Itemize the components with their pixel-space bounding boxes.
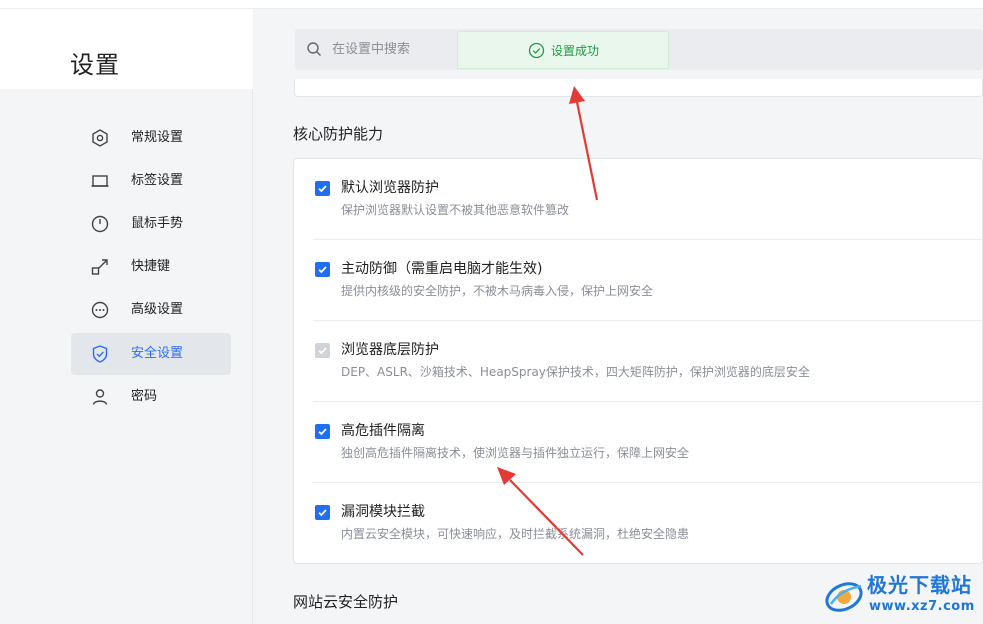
success-toast: 设置成功 <box>457 31 669 69</box>
option-vulnerability-module-block: 漏洞模块拦截 内置云安全模块，可快速响应，及时拦截系统漏洞，杜绝安全隐患 <box>294 483 983 564</box>
shortcut-arrow-icon <box>91 259 108 275</box>
sidebar-item-advanced[interactable]: 高级设置 <box>71 289 231 331</box>
sidebar: 常规设置 标签设置 鼠标手势 快捷键 高级设置 安全设置 密码 <box>0 89 253 624</box>
search-placeholder: 在设置中搜索 <box>332 42 411 57</box>
more-circle-icon <box>91 301 109 319</box>
sidebar-item-shortcuts[interactable]: 快捷键 <box>71 246 231 288</box>
settings-main-panel: 在设置中搜索 设置成功 核心防护能力 默认浏览器防护 保护浏览器默认设置不被其他… <box>253 9 983 624</box>
option-browser-low-level-protection: 浏览器底层防护 DEP、ASLR、沙箱技术、HeapSpray保护技术，四大矩阵… <box>294 321 983 402</box>
sidebar-item-tabs[interactable]: 标签设置 <box>71 160 231 202</box>
option-description: 保护浏览器默认设置不被其他恶意软件篡改 <box>341 203 570 217</box>
checkbox-vulnerability-module-block[interactable] <box>315 505 330 520</box>
option-title: 主动防御（需重启电脑才能生效) <box>341 261 543 277</box>
option-title: 浏览器底层防护 <box>341 342 439 358</box>
shield-check-icon <box>92 345 108 363</box>
core-protection-card: 默认浏览器防护 保护浏览器默认设置不被其他恶意软件篡改 主动防御（需重启电脑才能… <box>293 158 983 564</box>
sidebar-item-label: 密码 <box>131 389 158 404</box>
checkmark-icon <box>318 509 327 517</box>
sidebar-item-mouse-gestures[interactable]: 鼠标手势 <box>71 203 231 245</box>
checkmark-icon <box>318 266 327 274</box>
section-title-cloud: 网站云安全防护 <box>293 593 399 611</box>
option-high-risk-plugin-isolation: 高危插件隔离 独创高危插件隔离技术，使浏览器与插件独立运行，保障上网安全 <box>294 402 983 483</box>
toast-message: 设置成功 <box>551 44 600 58</box>
sidebar-item-label: 鼠标手势 <box>131 216 184 231</box>
option-description: DEP、ASLR、沙箱技术、HeapSpray保护技术，四大矩阵防护，保护浏览器… <box>341 365 810 379</box>
window-top-strip <box>0 0 983 9</box>
page-title: 设置 <box>70 51 120 79</box>
sidebar-item-general[interactable]: 常规设置 <box>71 117 231 159</box>
checkbox-active-defense[interactable] <box>315 262 330 277</box>
mouse-icon <box>91 215 109 233</box>
check-circle-icon <box>528 42 545 59</box>
sidebar-item-passwords[interactable]: 密码 <box>71 376 231 418</box>
checkbox-browser-low-level-protection <box>315 343 330 358</box>
sidebar-item-label: 快捷键 <box>131 259 171 274</box>
search-icon <box>307 42 321 56</box>
sidebar-item-label: 常规设置 <box>131 130 184 145</box>
option-default-browser-protection: 默认浏览器防护 保护浏览器默认设置不被其他恶意软件篡改 <box>294 159 983 240</box>
option-description: 内置云安全模块，可快速响应，及时拦截系统漏洞，杜绝安全隐患 <box>341 527 690 541</box>
watermark-name: 极光下载站 <box>867 573 972 597</box>
site-watermark: 极光下载站 www.xz7.com <box>823 570 983 624</box>
sidebar-item-security[interactable]: 安全设置 <box>71 333 231 375</box>
option-title: 漏洞模块拦截 <box>341 504 425 520</box>
option-title: 默认浏览器防护 <box>341 180 439 196</box>
tab-icon <box>91 175 109 187</box>
option-title: 高危插件隔离 <box>341 423 425 439</box>
sidebar-item-label: 安全设置 <box>131 346 184 361</box>
sidebar-item-label: 高级设置 <box>131 302 184 317</box>
option-description: 独创高危插件隔离技术，使浏览器与插件独立运行，保障上网安全 <box>341 446 690 460</box>
checkmark-icon <box>318 185 327 193</box>
checkmark-icon <box>318 428 327 436</box>
section-title-core: 核心防护能力 <box>293 125 384 143</box>
user-icon <box>92 389 108 405</box>
option-active-defense: 主动防御（需重启电脑才能生效) 提供内核级的安全防护，不被木马病毒入侵，保护上网… <box>294 240 983 321</box>
checkmark-icon <box>318 347 327 355</box>
watermark-url: www.xz7.com <box>869 599 975 614</box>
checkbox-high-risk-plugin-isolation[interactable] <box>315 424 330 439</box>
previous-section-card <box>294 79 983 97</box>
checkbox-default-browser-protection[interactable] <box>315 181 330 196</box>
aurora-logo-icon <box>825 582 863 612</box>
hexagon-gear-icon <box>92 129 108 147</box>
sidebar-item-label: 标签设置 <box>131 173 184 188</box>
option-description: 提供内核级的安全防护，不被木马病毒入侵，保护上网安全 <box>341 284 654 298</box>
settings-header <box>0 9 253 89</box>
